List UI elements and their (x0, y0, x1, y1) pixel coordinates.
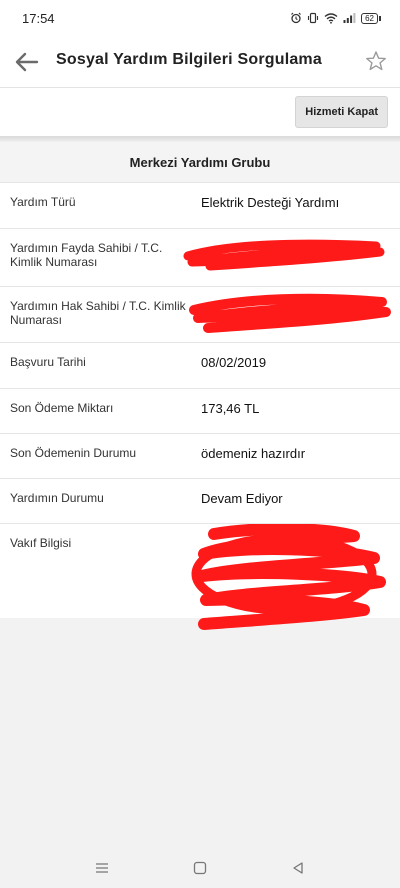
table-row: Yardımın Fayda Sahibi / T.C. Kimlik Numa… (0, 229, 400, 287)
favorite-button[interactable] (365, 50, 387, 72)
table-row: Yardımın Durumu Devam Ediyor (0, 479, 400, 524)
table-row: Yardımın Hak Sahibi / T.C. Kimlik Numara… (0, 287, 400, 343)
row-label: Yardımın Fayda Sahibi / T.C. Kimlik Numa… (10, 241, 163, 269)
page-title: Sosyal Yardım Bilgileri Sorgulama (56, 51, 322, 68)
close-service-button[interactable]: Hizmeti Kapat (295, 96, 388, 128)
group-title: Merkezi Yardımı Grubu (0, 142, 400, 183)
battery-icon: 62 (361, 12, 381, 24)
back-button[interactable] (14, 50, 40, 74)
row-label: Yardım Türü (10, 195, 76, 209)
status-bar: 17:54 62 (0, 0, 400, 36)
table-row: Vakıf Bilgisi (0, 524, 400, 619)
info-card: Merkezi Yardımı Grubu Yardım Türü Elektr… (0, 142, 400, 618)
table-row: Son Ödemenin Durumu ödemeniz hazırdır (0, 434, 400, 479)
table-row: Başvuru Tarihi 08/02/2019 (0, 343, 400, 389)
row-label: Vakıf Bilgisi (10, 536, 72, 550)
row-value (190, 524, 400, 619)
app-bar: Sosyal Yardım Bilgileri Sorgulama (0, 36, 400, 88)
back-nav-button[interactable] (288, 858, 308, 878)
row-value: 173,46 TL (201, 401, 260, 416)
star-icon (366, 51, 386, 71)
row-label: Son Ödeme Miktarı (10, 401, 114, 415)
signal-icon (343, 13, 356, 23)
home-icon (193, 861, 207, 875)
vibrate-icon (308, 12, 319, 24)
table-row: Son Ödeme Miktarı 173,46 TL (0, 389, 400, 434)
triangle-back-icon (293, 862, 303, 874)
row-label: Yardımın Hak Sahibi / T.C. Kimlik Numara… (10, 299, 186, 327)
table-row: Yardım Türü Elektrik Desteği Yardımı (0, 183, 400, 229)
row-label: Son Ödemenin Durumu (10, 446, 137, 460)
row-label: Başvuru Tarihi (10, 355, 86, 369)
status-icons: 62 (290, 12, 381, 24)
menu-icon (96, 863, 108, 873)
alarm-icon (291, 12, 302, 24)
toolbar: Hizmeti Kapat (0, 88, 400, 136)
status-time: 17:54 (22, 10, 55, 26)
wifi-icon (324, 13, 338, 24)
row-value: ödemeniz hazırdır (201, 446, 306, 461)
system-nav-bar (0, 848, 400, 888)
arrow-left-icon (15, 52, 39, 72)
row-value: Devam Ediyor (201, 491, 283, 506)
menu-button[interactable] (92, 858, 112, 878)
row-label: Yardımın Durumu (10, 491, 104, 505)
row-value: 08/02/2019 (201, 355, 267, 370)
row-value (190, 287, 400, 342)
row-value: Elektrik Desteği Yardımı (201, 195, 340, 210)
row-value (190, 229, 400, 286)
home-button[interactable] (190, 858, 210, 878)
